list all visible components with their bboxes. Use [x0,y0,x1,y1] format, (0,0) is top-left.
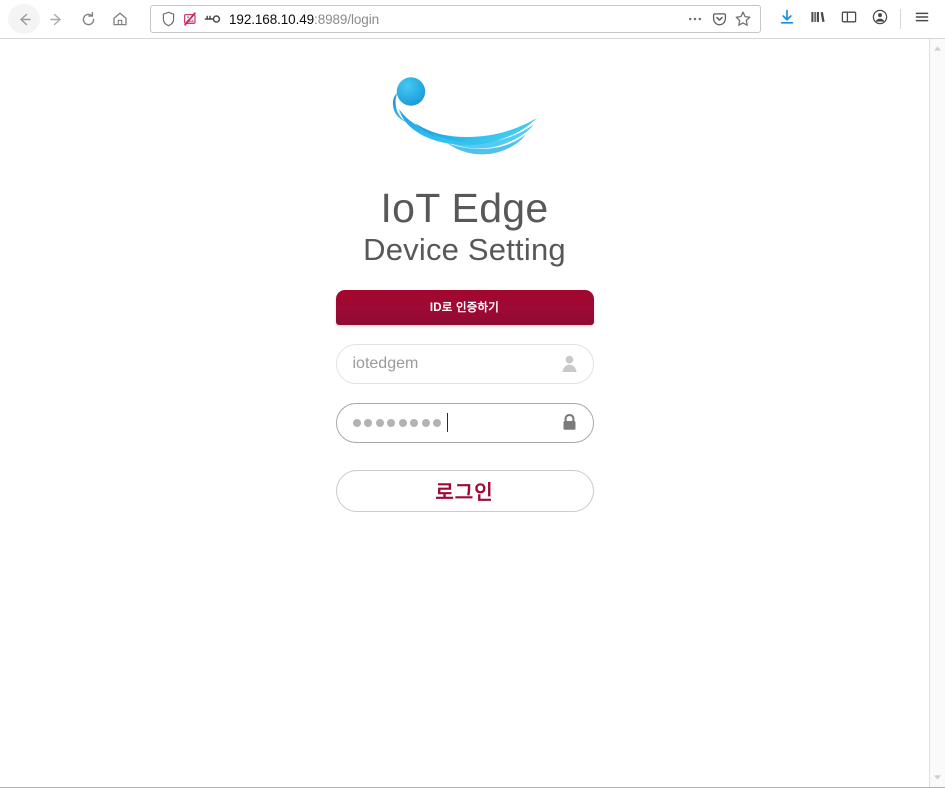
url-path: :8989/login [314,11,380,27]
hamburger-menu-icon [913,8,931,31]
login-button-label: 로그인 [435,482,494,505]
password-dot [398,418,407,427]
password-dot [433,418,441,427]
url-host: 192.168.10.49 [229,11,315,27]
url-text[interactable]: 192.168.10.49:8989/login [229,12,684,27]
toolbar-divider [900,9,901,29]
library-icon [809,8,827,31]
page-content: IoT Edge Device Setting ID로 인증하기 iotedge… [0,39,929,787]
url-bar-actions [684,8,754,30]
login-form: ID로 인증하기 iotedgem 로그인 [335,289,594,512]
login-button[interactable]: 로그인 [335,469,594,512]
back-button[interactable] [8,4,40,34]
back-arrow-icon [16,11,33,28]
sidebar-button[interactable] [833,4,864,34]
home-button[interactable] [104,4,136,34]
home-icon [111,10,129,28]
toolbar-right-actions [771,4,937,34]
username-field[interactable]: iotedgem [335,343,594,384]
username-input[interactable]: iotedgem [353,356,559,372]
password-dot [421,418,430,427]
sidebar-icon [840,8,858,31]
app-menu-button[interactable] [906,4,937,34]
password-field[interactable] [335,402,594,443]
browser-viewport: IoT Edge Device Setting ID로 인증하기 iotedge… [0,39,945,788]
reload-button[interactable] [72,4,104,34]
password-dot [387,418,395,427]
password-input[interactable] [352,413,559,433]
vertical-scrollbar[interactable] [929,39,945,787]
password-dot [410,418,418,427]
url-bar[interactable]: 192.168.10.49:8989/login [150,5,761,33]
pocket-icon[interactable] [708,8,730,30]
password-dot [352,418,361,427]
page-subtitle: Device Setting [363,232,566,268]
saved-login-key-icon[interactable] [201,8,223,30]
downloads-button[interactable] [771,4,802,34]
ellipsis-icon[interactable] [684,8,706,30]
scroll-down-arrow-icon[interactable] [930,770,945,785]
auth-by-id-label: ID로 인증하기 [429,302,500,315]
account-button[interactable] [864,4,895,34]
reload-icon [80,11,97,28]
iot-edge-wave-logo [375,71,555,163]
scrollbar-track[interactable] [930,56,945,770]
star-icon[interactable] [732,8,754,30]
shield-icon[interactable] [157,8,179,30]
user-icon [559,353,580,374]
password-dot [364,418,372,427]
text-caret [446,413,448,433]
account-avatar-icon [871,8,889,31]
login-page: IoT Edge Device Setting ID로 인증하기 iotedge… [0,39,929,512]
library-button[interactable] [802,4,833,34]
forward-button[interactable] [40,4,72,34]
page-title: IoT Edge [380,185,549,231]
tracking-protection-blocked-icon[interactable] [179,8,201,30]
browser-toolbar: 192.168.10.49:8989/login [0,0,945,39]
password-dot [375,418,384,427]
forward-arrow-icon [48,11,65,28]
lock-icon [559,412,580,433]
browser-window: 192.168.10.49:8989/login IoT Edge Device… [0,0,945,788]
download-arrow-icon [778,8,796,31]
scroll-up-arrow-icon[interactable] [930,41,945,56]
auth-by-id-tab[interactable]: ID로 인증하기 [335,289,594,325]
